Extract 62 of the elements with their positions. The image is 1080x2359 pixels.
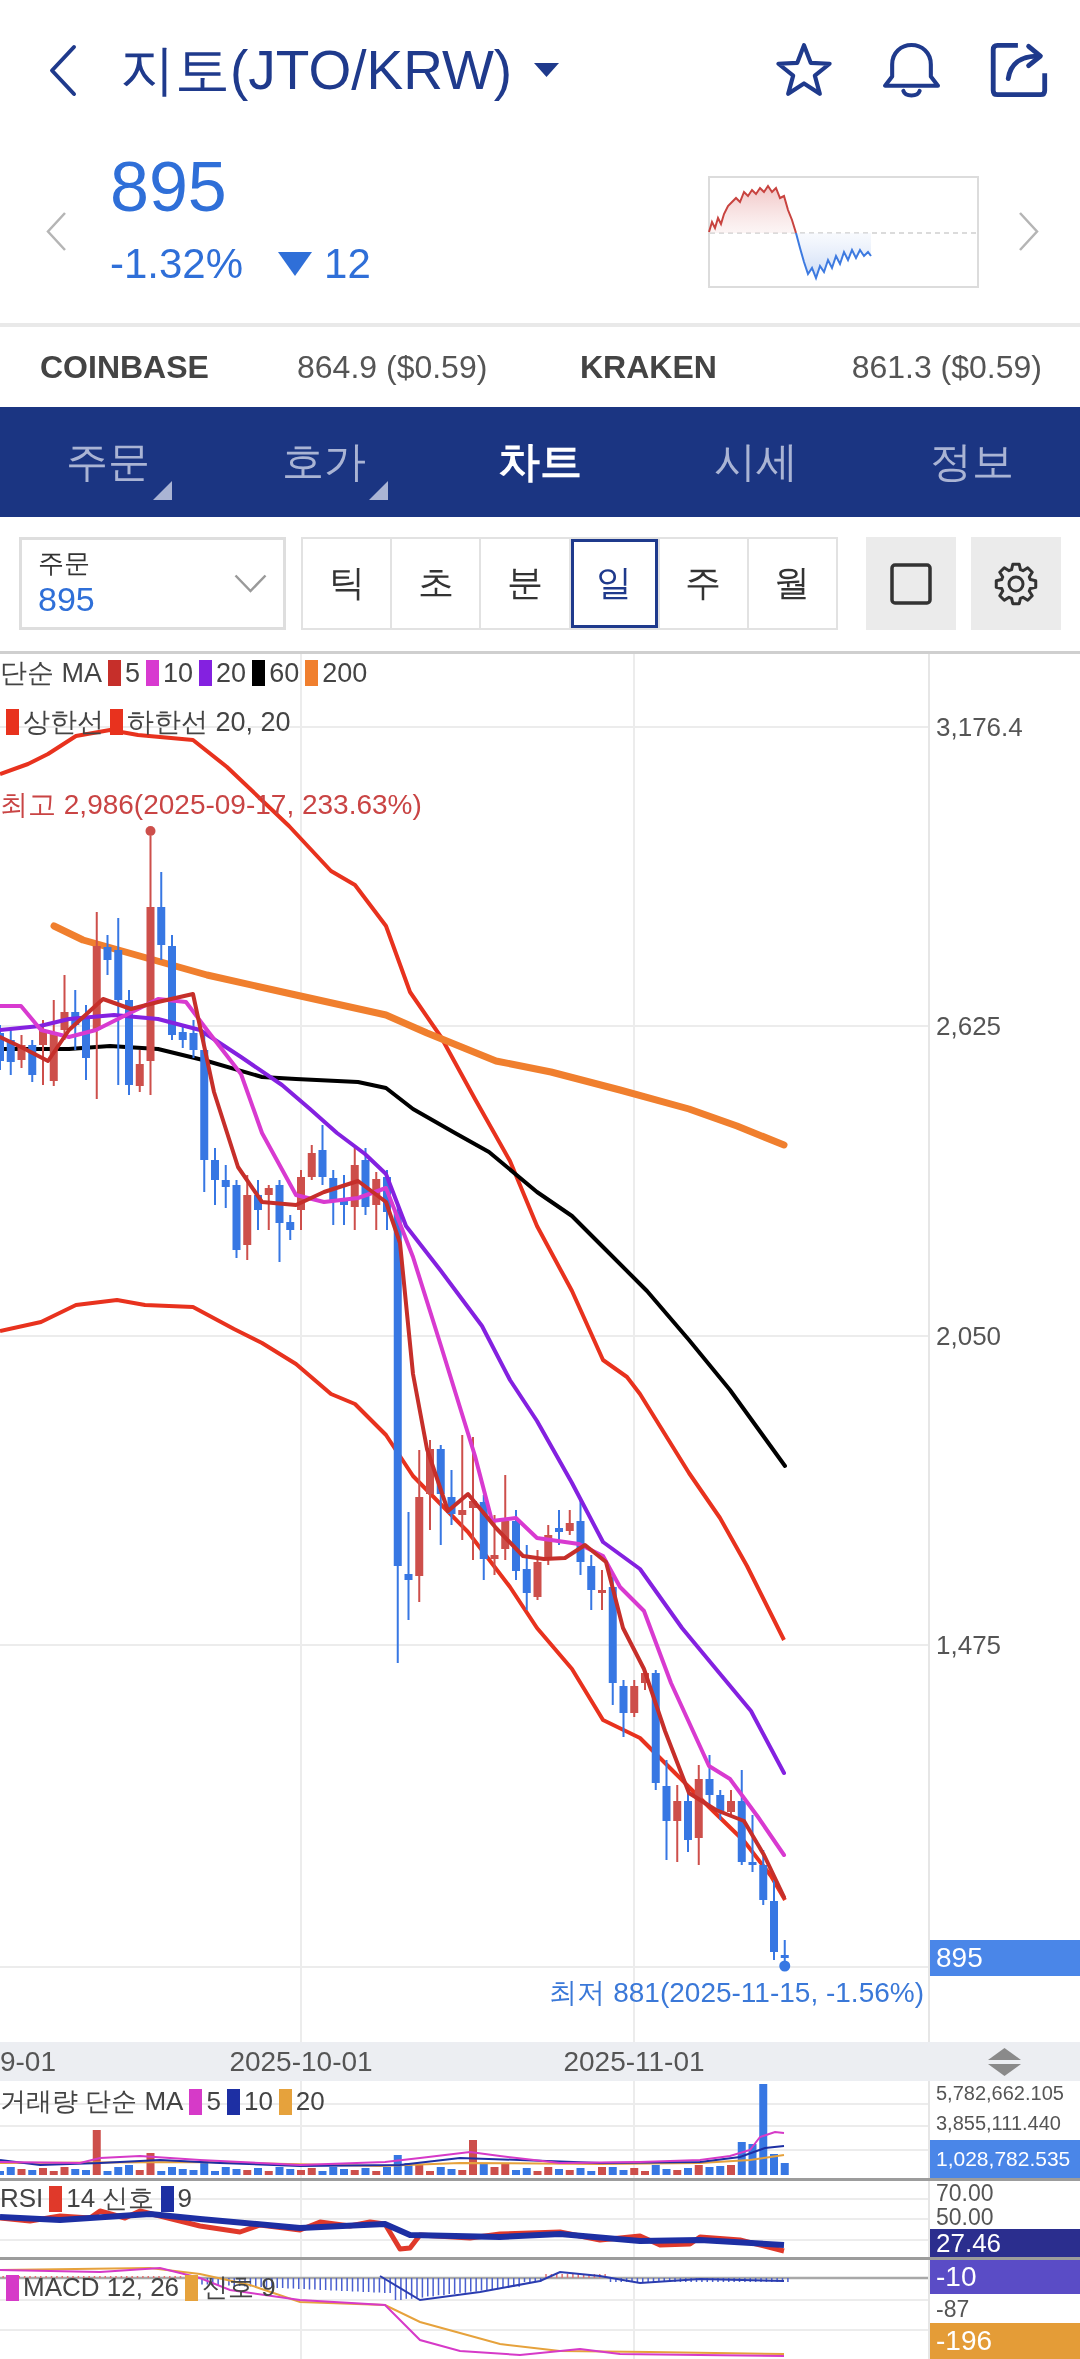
legend-label: MACD 12, 26: [23, 2272, 180, 2304]
value-tag: 27.46: [930, 2229, 1080, 2257]
bell-icon[interactable]: [882, 41, 941, 99]
change-amount: 12: [324, 243, 371, 285]
legend-label: 거래량 단순 MA: [0, 2086, 184, 2118]
legend-label: 200: [322, 657, 368, 690]
square-icon: [890, 562, 932, 605]
value-tag: -10: [930, 2260, 1080, 2294]
chevron-down-icon: [234, 574, 267, 593]
settings-icon: [994, 561, 1038, 606]
legend-label: 20: [295, 2086, 325, 2118]
legend-label: 단순 MA: [0, 657, 102, 690]
settings-button[interactable]: [971, 537, 1061, 630]
date-label: 2025-10-01: [229, 2045, 373, 2078]
current-price-tag: 895: [930, 1940, 1080, 1976]
up-down-triangles-icon[interactable]: [987, 2047, 1021, 2076]
axis-label: 50.00: [935, 2205, 995, 2229]
current-price: 895: [110, 152, 228, 222]
date-label: 9-01: [0, 2045, 56, 2078]
exchange-name: KRAKEN: [580, 348, 718, 386]
exchange-price: 864.9 ($0.59): [297, 348, 488, 386]
change-percent: -1.32%: [110, 243, 244, 285]
legend-label: 상한선: [23, 706, 104, 739]
legend-label: 14 신호: [66, 2183, 155, 2215]
order-select[interactable]: 주문 895: [19, 537, 286, 630]
axis-label: 3,176.4: [936, 712, 1023, 742]
low-price-label: 최저 881(2025-11-15, -1.56%): [549, 1976, 924, 2010]
star-icon[interactable]: [775, 42, 833, 98]
tab[interactable]: 시세: [648, 407, 864, 517]
axis-label: 5,782,662.105: [935, 2081, 1065, 2105]
legend-label: 60: [269, 657, 300, 690]
legend-label: 5: [206, 2086, 221, 2118]
tab[interactable]: 호가: [216, 407, 432, 517]
value-tag: -196: [930, 2323, 1080, 2359]
tab[interactable]: 차트: [432, 407, 648, 517]
axis-label: 3,855,111.440: [935, 2110, 1062, 2135]
high-marker-icon: [145, 826, 156, 836]
square-tool-button[interactable]: [866, 537, 956, 630]
low-marker-icon: [779, 1960, 791, 1972]
chevron-left-icon[interactable]: [48, 43, 77, 97]
date-label: 2025-11-01: [563, 2045, 705, 2078]
exchange-price: 861.3 ($0.59): [851, 348, 1042, 386]
axis-label: 1,475: [936, 1630, 1002, 1660]
legend-label: 10: [163, 657, 194, 690]
share-icon[interactable]: [990, 42, 1049, 98]
legend-label: 하한선 20, 20: [127, 706, 291, 739]
legend-label: 5: [125, 657, 141, 690]
period-tab[interactable]: 일: [570, 539, 660, 628]
legend-label: 10: [243, 2086, 273, 2118]
caret-down-icon: [534, 63, 560, 77]
legend-label: 20: [216, 657, 247, 690]
coin-selector-button[interactable]: 지토(JTO/KRW): [120, 39, 560, 101]
exchange-name: COINBASE: [40, 348, 210, 386]
axis-label: 70.00: [935, 2181, 995, 2205]
tab[interactable]: 정보: [864, 407, 1080, 517]
axis-label: 2,625: [936, 1011, 1002, 1041]
legend-label: 9: [177, 2183, 192, 2215]
axis-label: -87: [935, 2296, 971, 2321]
axis-label: 2,050: [936, 1321, 1002, 1351]
tab[interactable]: 주문: [0, 407, 216, 517]
legend-label: RSI: [0, 2183, 44, 2215]
value-tag: 1,028,782.535: [930, 2140, 1080, 2178]
